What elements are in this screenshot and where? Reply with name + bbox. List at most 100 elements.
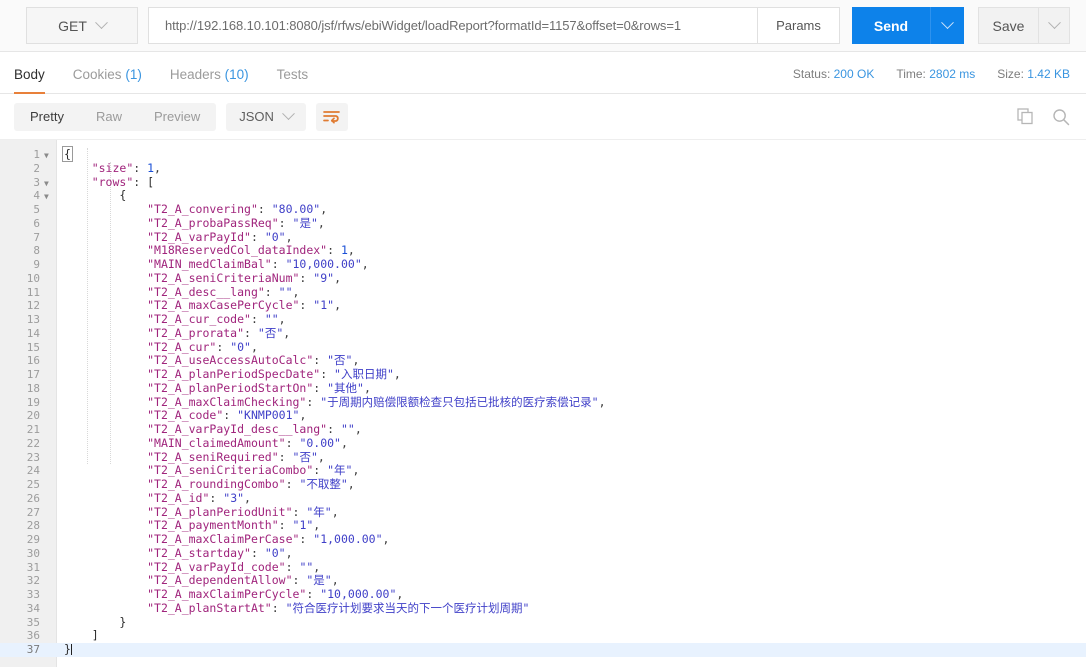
code-line: 20 "T2_A_code": "KNMP001", <box>0 408 1086 423</box>
response-body-viewer[interactable]: 1 ▼{2 "size": 1, 3 ▼ "rows": [4 ▼ {5 "T2_A_c… <box>0 139 1086 667</box>
line-number: 14 <box>26 326 40 340</box>
line-number: 19 <box>26 395 40 409</box>
save-options-button[interactable] <box>1038 7 1070 44</box>
code-line-text: "T2_A_paymentMonth": "1", <box>147 518 321 533</box>
line-number: 7 <box>33 230 40 244</box>
fold-toggle-icon[interactable]: ▼ <box>44 190 49 204</box>
save-button-group: Save <box>978 7 1070 44</box>
http-method-select[interactable]: GET <box>26 7 138 44</box>
tab-cookies-label: Cookies <box>72 67 122 82</box>
chevron-down-icon <box>1047 16 1061 30</box>
code-line-text: "T2_A_convering": "80.00", <box>147 202 328 216</box>
code-line-text: "rows": [ <box>91 174 155 189</box>
code-line-text: "T2_A_roundingCombo": "不取整", <box>147 477 355 491</box>
search-icon <box>1053 108 1070 125</box>
code-line-text: "T2_A_planPeriodUnit": "年", <box>147 504 339 519</box>
tab-cookies-count: (1) <box>125 67 142 82</box>
body-actions <box>1017 108 1070 126</box>
line-number: 16 <box>26 354 40 368</box>
tab-headers-count: (10) <box>224 67 249 82</box>
code-line: 9 "MAIN_medClaimBal": "10,000.00", <box>0 257 1086 272</box>
response-meta: Status: 200 OK Time: 2802 ms Size: 1.42 … <box>793 67 1070 93</box>
url-text: http://192.168.10.101:8080/jsf/rfws/ebiW… <box>165 18 681 33</box>
code-line: 4 ▼ { <box>0 188 1086 204</box>
wrap-lines-icon <box>323 110 341 124</box>
code-line-text: "T2_A_maxClaimChecking": "于周期内赔偿限额检查只包括已… <box>147 394 606 409</box>
body-view-mode-group: Pretty Raw Preview <box>14 102 217 131</box>
fold-toggle-icon[interactable]: ▼ <box>44 177 49 191</box>
code-line-text: "M18ReservedCol_dataIndex": 1, <box>147 243 355 258</box>
line-number: 26 <box>26 491 40 505</box>
copy-icon <box>1017 108 1033 125</box>
response-tab-bar: Body Cookies (1) Headers (10) Tests Stat… <box>0 52 1086 94</box>
body-format-toolbar: Pretty Raw Preview JSON <box>0 94 1086 139</box>
time-badge: Time: 2802 ms <box>896 67 975 81</box>
code-line-text: "T2_A_cur_code": "", <box>147 312 286 326</box>
save-button[interactable]: Save <box>978 7 1038 44</box>
url-input[interactable]: http://192.168.10.101:8080/jsf/rfws/ebiW… <box>148 7 758 44</box>
code-line-text: } <box>119 614 127 629</box>
wrap-lines-button[interactable] <box>315 102 348 131</box>
code-line-text: "T2_A_planStartAt": "符合医疗计划要求当天的下一个医疗计划周… <box>147 600 530 615</box>
status-label: Status: <box>792 67 831 81</box>
line-number: 18 <box>26 381 40 395</box>
chevron-down-icon <box>95 16 108 30</box>
line-number: 4 <box>33 189 40 203</box>
code-line-text: "T2_A_varPayId": "0", <box>147 229 293 244</box>
code-line-text: "T2_A_id": "3", <box>147 490 251 505</box>
tab-body[interactable]: Body <box>14 67 60 94</box>
view-mode-preview[interactable]: Preview <box>138 103 216 131</box>
code-line: 7 "T2_A_varPayId": "0", <box>0 229 1086 245</box>
line-number: 6 <box>33 216 40 230</box>
request-bar: GET http://192.168.10.101:8080/jsf/rfws/… <box>0 0 1086 52</box>
http-method-label: GET <box>58 17 87 34</box>
line-number: 22 <box>26 436 40 450</box>
code-line-text: "T2_A_planPeriodStartOn": "其他", <box>147 380 371 395</box>
send-options-button[interactable] <box>930 7 964 44</box>
chevron-down-icon <box>941 16 954 30</box>
code-line: 33 "T2_A_maxClaimPerCycle": "10,000.00", <box>0 587 1086 602</box>
tab-cookies[interactable]: Cookies (1) <box>73 67 157 93</box>
code-line: 13 "T2_A_cur_code": "", <box>0 312 1086 327</box>
code-line: 21 "T2_A_varPayId_desc__lang": "", <box>0 422 1086 437</box>
line-number: 30 <box>26 546 40 560</box>
code-line-text: "T2_A_startday": "0", <box>147 545 293 560</box>
code-line: 23 "T2_A_seniRequired": "否", <box>0 450 1086 465</box>
tab-tests[interactable]: Tests <box>277 67 324 93</box>
view-mode-pretty[interactable]: Pretty <box>14 103 80 131</box>
code-line: 6 "T2_A_probaPassReq": "是", <box>0 215 1086 231</box>
line-number: 28 <box>26 519 40 533</box>
code-line-text: { <box>62 146 73 162</box>
tab-headers[interactable]: Headers (10) <box>170 67 264 93</box>
fold-toggle-icon[interactable]: ▼ <box>44 149 49 163</box>
code-line: 24 "T2_A_seniCriteriaCombo": "年", <box>0 463 1086 478</box>
send-button[interactable]: Send <box>852 7 930 44</box>
code-line-text: } <box>64 642 72 656</box>
params-button[interactable]: Params <box>758 7 840 44</box>
code-line-text: "T2_A_code": "KNMP001", <box>147 408 307 423</box>
line-number: 1 <box>33 148 40 161</box>
view-mode-raw[interactable]: Raw <box>80 103 138 131</box>
line-number: 12 <box>26 299 40 313</box>
code-line-text: { <box>119 188 127 203</box>
code-line-text: "T2_A_varPayId_code": "", <box>147 559 321 574</box>
code-line: 30 "T2_A_startday": "0", <box>0 545 1086 561</box>
code-line: 5 "T2_A_convering": "80.00", <box>0 202 1086 217</box>
code-line-text: "T2_A_maxCasePerCycle": "1", <box>147 298 341 313</box>
language-select[interactable]: JSON <box>226 102 306 131</box>
code-line: 2 "size": 1, <box>0 160 1086 176</box>
code-line: 32 "T2_A_dependentAllow": "是", <box>0 573 1086 588</box>
line-number: 17 <box>26 368 40 381</box>
line-number: 11 <box>26 285 40 299</box>
code-line-text: "T2_A_planPeriodSpecDate": "入职日期", <box>147 367 401 381</box>
copy-button[interactable] <box>1017 108 1034 125</box>
code-line: 14 "T2_A_prorata": "否", <box>0 326 1086 341</box>
size-label: Size: <box>997 67 1024 81</box>
code-line-text: "T2_A_probaPassReq": "是", <box>147 215 325 230</box>
code-line: 1 ▼ { <box>0 146 1086 163</box>
code-line-text: "size": 1, <box>91 160 161 175</box>
line-number: 32 <box>26 574 40 588</box>
search-button[interactable] <box>1052 108 1070 126</box>
code-line: 16 "T2_A_useAccessAutoCalc": "否", <box>0 353 1086 368</box>
code-line-text: "MAIN_claimedAmount": "0.00", <box>147 435 348 450</box>
